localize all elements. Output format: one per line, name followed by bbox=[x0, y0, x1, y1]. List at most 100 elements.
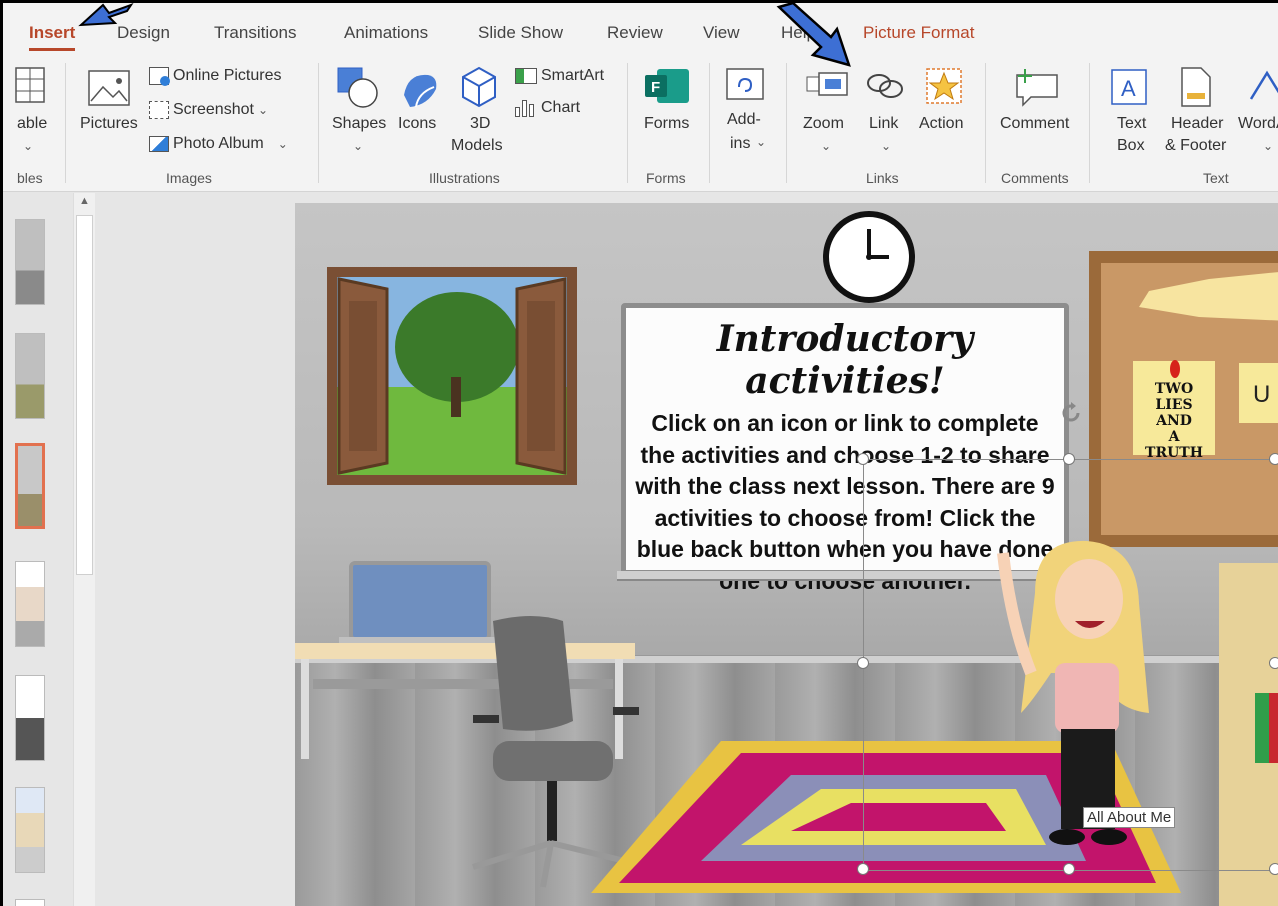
arrow-icon bbox=[776, 3, 851, 67]
pictures-icon[interactable] bbox=[87, 69, 133, 113]
tab-view[interactable]: View bbox=[703, 23, 740, 43]
icons-icon[interactable] bbox=[398, 65, 442, 111]
photo-album-button[interactable]: Photo Album ⌄ bbox=[149, 135, 288, 153]
comment-icon[interactable] bbox=[1013, 65, 1061, 107]
tab-picture-format[interactable]: Picture Format bbox=[863, 23, 974, 43]
action-icon[interactable] bbox=[923, 65, 967, 107]
chevron-down-icon[interactable]: ⌄ bbox=[756, 135, 766, 149]
resize-handle[interactable] bbox=[857, 863, 869, 875]
wordart-icon[interactable] bbox=[1247, 69, 1278, 109]
forms-icon[interactable]: F bbox=[643, 67, 691, 107]
action-button[interactable]: Action bbox=[919, 115, 963, 133]
clock-image[interactable] bbox=[823, 211, 915, 303]
shapes-button[interactable]: Shapes bbox=[332, 115, 386, 133]
slide-canvas: TWO LIES AND A TRUTH U Introductory acti… bbox=[295, 203, 1278, 906]
divider bbox=[985, 63, 986, 183]
3d-models-line1[interactable]: 3D bbox=[470, 115, 490, 133]
divider bbox=[786, 63, 787, 183]
3d-models-line2[interactable]: Models bbox=[451, 137, 503, 155]
header-footer-icon[interactable] bbox=[1179, 65, 1213, 109]
comments-group-label: Comments bbox=[1001, 170, 1069, 186]
slide-thumbnail[interactable] bbox=[15, 561, 45, 647]
chevron-down-icon[interactable]: ⌄ bbox=[353, 139, 363, 153]
table-chevron-icon[interactable]: ⌄ bbox=[23, 139, 33, 153]
screenshot-label: Screenshot bbox=[173, 101, 254, 118]
slide-thumbnail-selected[interactable] bbox=[15, 443, 45, 529]
tab-transitions[interactable]: Transitions bbox=[214, 23, 297, 43]
divider bbox=[709, 63, 710, 183]
online-pictures-button[interactable]: Online Pictures bbox=[149, 67, 282, 86]
note-text: LIES AND bbox=[1155, 397, 1193, 429]
tab-review[interactable]: Review bbox=[607, 23, 663, 43]
slide-thumbnail[interactable] bbox=[15, 899, 45, 906]
ribbon-tabs: Insert Design Transitions Animations Sli… bbox=[3, 3, 1278, 55]
text-group-label: Text bbox=[1203, 170, 1229, 186]
illustrations-group-label: Illustrations bbox=[429, 170, 500, 186]
divider bbox=[627, 63, 628, 183]
comment-button[interactable]: Comment bbox=[1000, 115, 1069, 133]
forms-button[interactable]: Forms bbox=[644, 115, 689, 133]
link-button[interactable]: Link bbox=[869, 115, 898, 133]
header-footer-line1[interactable]: Header bbox=[1171, 115, 1223, 133]
link-icon[interactable] bbox=[865, 71, 905, 101]
add-ins-line2[interactable]: ins bbox=[730, 135, 750, 153]
3d-models-icon[interactable] bbox=[459, 65, 499, 109]
header-footer-line2[interactable]: & Footer bbox=[1165, 137, 1226, 155]
chart-icon bbox=[515, 99, 537, 117]
slide-thumbnail[interactable] bbox=[15, 219, 45, 305]
slide-thumbnail[interactable] bbox=[15, 333, 45, 419]
smartart-button[interactable]: SmartArt bbox=[515, 67, 604, 85]
chart-button[interactable]: Chart bbox=[515, 99, 580, 117]
body-line: Click on an icon or link to complete bbox=[651, 410, 1039, 436]
wordart-button[interactable]: WordA bbox=[1238, 115, 1278, 133]
resize-handle[interactable] bbox=[1063, 863, 1075, 875]
note-text: TWO bbox=[1154, 381, 1194, 397]
two-lies-note: TWO LIES AND A TRUTH bbox=[1139, 381, 1209, 461]
rotate-handle-icon[interactable] bbox=[1059, 401, 1083, 425]
scrollbar-thumb[interactable] bbox=[76, 215, 93, 575]
chevron-down-icon[interactable]: ⌄ bbox=[1263, 139, 1273, 153]
add-ins-line1[interactable]: Add- bbox=[727, 111, 761, 129]
scroll-up-icon[interactable]: ▲ bbox=[79, 195, 90, 207]
hyperlink-tooltip: All About Me bbox=[1083, 807, 1176, 828]
divider bbox=[318, 63, 319, 183]
resize-handle[interactable] bbox=[857, 453, 869, 465]
shapes-icon[interactable] bbox=[335, 65, 381, 111]
ribbon: able ⌄ bles Pictures Online Pictures Scr… bbox=[3, 55, 1278, 192]
window-image[interactable] bbox=[327, 267, 577, 485]
zoom-icon[interactable] bbox=[805, 71, 851, 101]
resize-handle[interactable] bbox=[1063, 453, 1075, 465]
online-pictures-icon bbox=[149, 67, 170, 86]
text-box-line2[interactable]: Box bbox=[1117, 137, 1145, 155]
pictures-button[interactable]: Pictures bbox=[80, 115, 138, 133]
photo-album-icon bbox=[149, 136, 169, 152]
smartart-icon bbox=[515, 68, 537, 84]
table-button-label[interactable]: able bbox=[17, 115, 47, 133]
resize-handle[interactable] bbox=[1269, 863, 1278, 875]
chevron-down-icon[interactable]: ⌄ bbox=[821, 139, 831, 153]
tab-insert[interactable]: Insert bbox=[29, 23, 76, 51]
text-box-icon[interactable]: A bbox=[1109, 67, 1149, 107]
tab-slide-show[interactable]: Slide Show bbox=[478, 23, 563, 43]
tab-animations[interactable]: Animations bbox=[344, 23, 428, 43]
links-group-label: Links bbox=[866, 170, 899, 186]
slide-thumbnail[interactable] bbox=[15, 787, 45, 873]
resize-handle[interactable] bbox=[1269, 453, 1278, 465]
slide-thumbnail[interactable] bbox=[15, 675, 45, 761]
chevron-down-icon: ⌄ bbox=[257, 103, 268, 117]
tables-group-label: bles bbox=[17, 170, 43, 186]
thumbnail-scrollbar[interactable]: ▲ bbox=[73, 193, 95, 906]
resize-handle[interactable] bbox=[857, 657, 869, 669]
selection-frame bbox=[863, 459, 1278, 871]
text-box-line1[interactable]: Text bbox=[1117, 115, 1146, 133]
icons-button[interactable]: Icons bbox=[398, 115, 436, 133]
chevron-down-icon[interactable]: ⌄ bbox=[881, 139, 891, 153]
note-text: A TRUTH bbox=[1145, 429, 1203, 461]
svg-text:A: A bbox=[1121, 76, 1136, 101]
resize-handle[interactable] bbox=[1269, 657, 1278, 669]
screenshot-button[interactable]: Screenshot ⌄ bbox=[149, 101, 268, 119]
zoom-button[interactable]: Zoom bbox=[803, 115, 844, 133]
add-ins-icon[interactable] bbox=[725, 67, 765, 103]
photo-album-label: Photo Album bbox=[173, 135, 264, 152]
table-icon[interactable] bbox=[15, 67, 47, 105]
